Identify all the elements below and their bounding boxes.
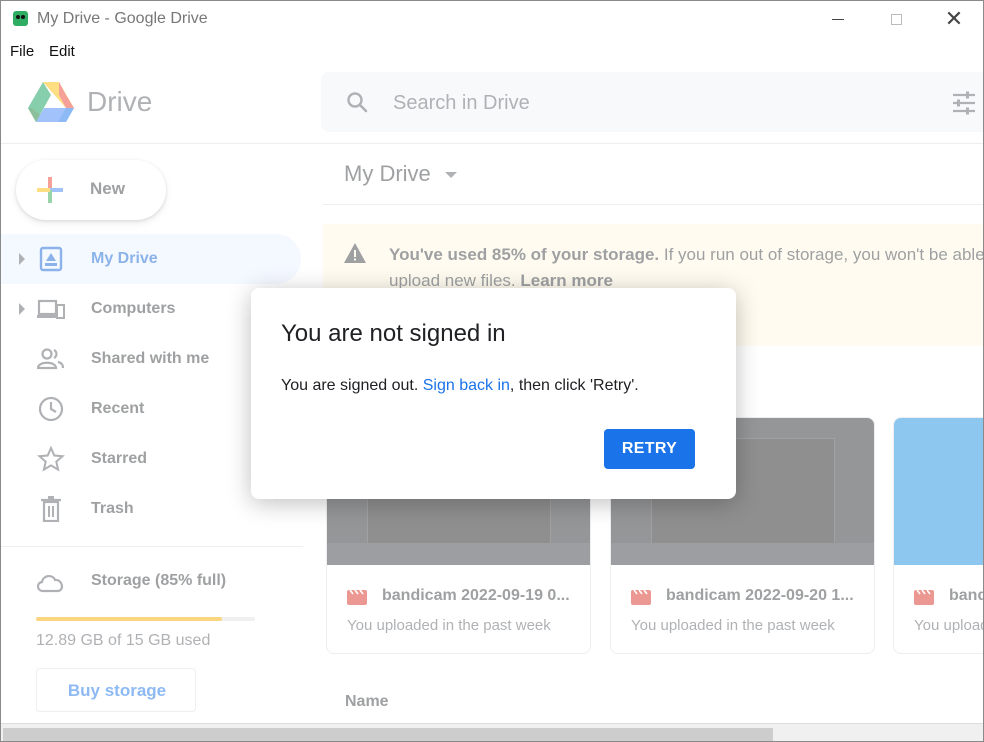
app-logo-icon (13, 11, 28, 26)
close-button[interactable]: ✕ (925, 1, 983, 37)
dialog-title: You are not signed in (281, 320, 506, 347)
retry-button[interactable]: RETRY (604, 429, 695, 469)
title-bar: My Drive - Google Drive ✕ (1, 1, 983, 39)
menu-file[interactable]: File (10, 43, 34, 60)
menu-bar: File Edit (1, 39, 983, 64)
app-window: My Drive - Google Drive ✕ File Edit Driv… (0, 0, 984, 742)
close-icon: ✕ (944, 6, 964, 31)
dialog-message: You are signed out. Sign back in, then c… (281, 377, 639, 395)
sign-back-in-link[interactable]: Sign back in (423, 377, 510, 394)
maximize-button[interactable] (867, 1, 925, 37)
maximize-icon (890, 13, 902, 25)
horizontal-scrollbar[interactable] (1, 723, 983, 741)
minimize-icon (832, 18, 844, 20)
window-title: My Drive - Google Drive (37, 10, 208, 27)
signed-out-dialog: You are not signed in You are signed out… (251, 288, 736, 499)
scrollbar-thumb[interactable] (3, 728, 773, 741)
dialog-message-suffix: , then click 'Retry'. (509, 377, 639, 394)
dialog-message-prefix: You are signed out. (281, 377, 423, 394)
minimize-button[interactable] (809, 1, 867, 37)
menu-edit[interactable]: Edit (49, 43, 75, 60)
